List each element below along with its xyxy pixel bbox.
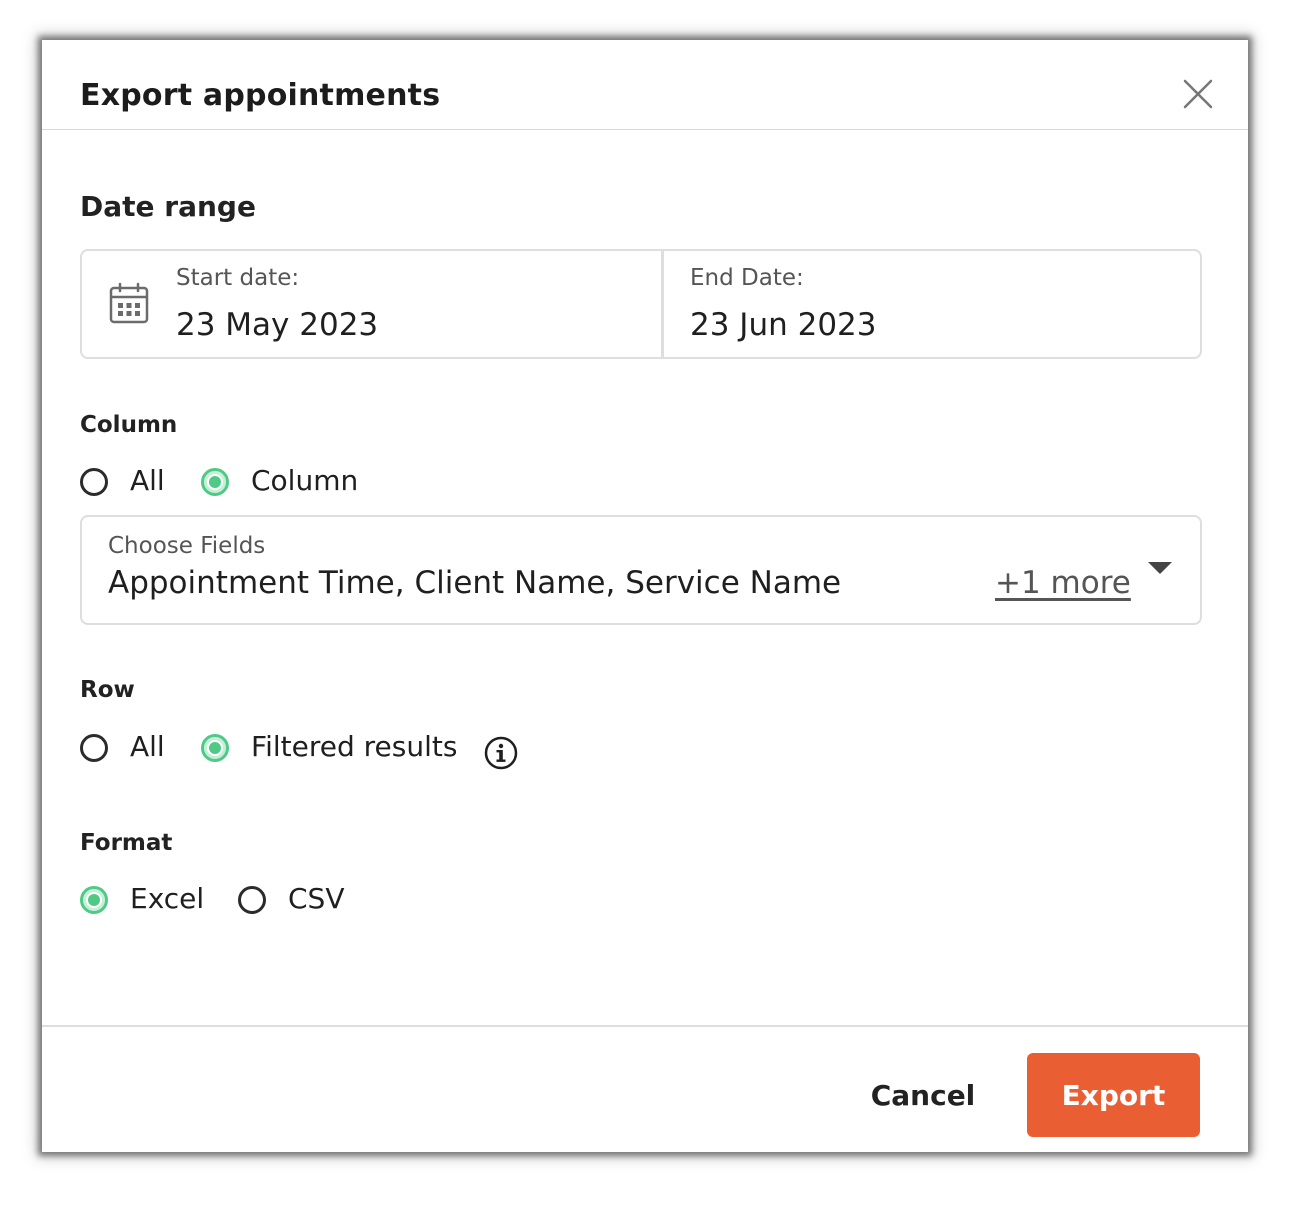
- column-heading: Column: [80, 412, 178, 438]
- date-range-picker[interactable]: Start date: 23 May 2023 End Date: 23 Jun…: [80, 249, 1202, 359]
- radio-label: Column: [251, 464, 359, 497]
- radio-label: All: [130, 730, 165, 763]
- radio-label: Excel: [130, 882, 205, 915]
- chevron-down-icon[interactable]: [1148, 562, 1172, 574]
- footer-divider: [42, 1025, 1248, 1027]
- row-heading: Row: [80, 677, 135, 703]
- choose-fields-select[interactable]: Choose Fields Appointment Time, Client N…: [80, 515, 1202, 625]
- date-divider: [661, 251, 664, 357]
- export-button[interactable]: Export: [1027, 1053, 1200, 1137]
- radio-button[interactable]: [80, 734, 108, 762]
- info-icon[interactable]: [484, 736, 518, 770]
- radio-button[interactable]: [238, 886, 266, 914]
- format-heading: Format: [80, 830, 173, 856]
- end-date-value[interactable]: 23 Jun 2023: [690, 307, 876, 343]
- radio-button-selected[interactable]: [201, 468, 229, 496]
- start-date-label: Start date:: [176, 265, 300, 291]
- calendar-icon: [108, 282, 150, 326]
- radio-label: Filtered results: [251, 730, 458, 763]
- radio-button-selected[interactable]: [201, 734, 229, 762]
- radio-label: CSV: [288, 882, 345, 915]
- radio-button-selected[interactable]: [80, 886, 108, 914]
- dialog-header: Export appointments: [42, 40, 1248, 130]
- close-icon[interactable]: [1182, 78, 1214, 110]
- date-range-heading: Date range: [80, 190, 256, 223]
- radio-label: All: [130, 464, 165, 497]
- radio-button[interactable]: [80, 468, 108, 496]
- start-date-value[interactable]: 23 May 2023: [176, 307, 378, 343]
- choose-fields-value: Appointment Time, Client Name, Service N…: [108, 565, 842, 601]
- choose-fields-caption: Choose Fields: [108, 533, 266, 559]
- export-dialog: Export appointments Date range Start dat…: [42, 40, 1248, 1152]
- dialog-title: Export appointments: [80, 78, 441, 113]
- end-date-label: End Date:: [690, 265, 804, 291]
- more-fields-link[interactable]: +1 more: [995, 565, 1131, 601]
- cancel-button[interactable]: Cancel: [850, 1053, 996, 1137]
